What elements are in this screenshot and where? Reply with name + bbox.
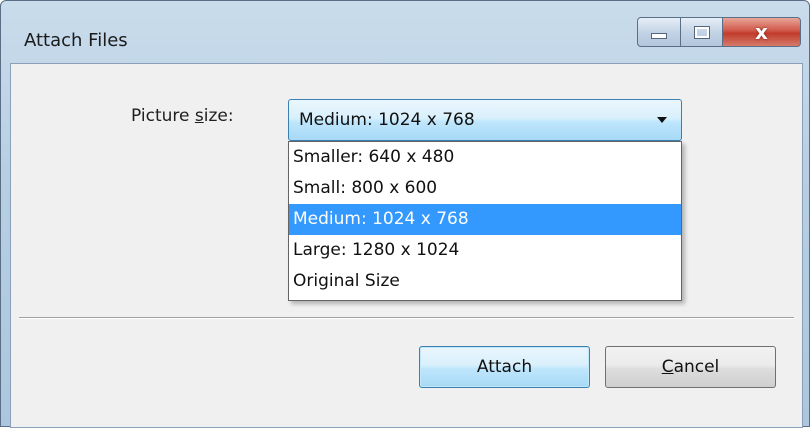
cancel-mnemonic: C [661, 357, 674, 377]
label-text-pre: Picture [131, 106, 195, 126]
close-icon: x [755, 20, 768, 44]
maximize-button[interactable] [681, 17, 723, 47]
picture-size-dropdown-list: Smaller: 640 x 480 Small: 800 x 600 Medium… [288, 141, 682, 301]
cancel-button-label: Cancel [662, 357, 720, 377]
picture-size-value: Medium: 1024 x 768 [299, 110, 475, 130]
dialog-body: Picture size: Medium: 1024 x 768 Smaller… [10, 63, 803, 428]
dropdown-option[interactable]: Original Size [289, 266, 681, 297]
attach-button-label: Attach [476, 357, 533, 377]
cancel-label-rest: ancel [673, 357, 720, 377]
divider [19, 317, 794, 319]
close-button[interactable]: x [723, 17, 801, 47]
caption-buttons: x [637, 17, 801, 47]
dropdown-option[interactable]: Large: 1280 x 1024 [289, 235, 681, 266]
label-text-post: ize: [203, 106, 234, 126]
dialog-window: Attach Files x Picture size: Medium: 102… [0, 0, 810, 428]
attach-button[interactable]: Attach [419, 346, 590, 388]
picture-size-select[interactable]: Medium: 1024 x 768 [288, 99, 682, 141]
dropdown-option[interactable]: Medium: 1024 x 768 [289, 204, 681, 235]
minimize-icon [651, 33, 667, 39]
label-mnemonic: s [194, 106, 204, 126]
maximize-icon [693, 25, 710, 39]
cancel-button[interactable]: Cancel [605, 346, 776, 388]
picture-size-label: Picture size: [131, 106, 234, 126]
chevron-down-icon[interactable] [657, 117, 667, 123]
window-title: Attach Files [24, 30, 128, 51]
minimize-button[interactable] [637, 17, 681, 47]
dropdown-option[interactable]: Smaller: 640 x 480 [289, 142, 681, 173]
dropdown-option[interactable]: Small: 800 x 600 [289, 173, 681, 204]
